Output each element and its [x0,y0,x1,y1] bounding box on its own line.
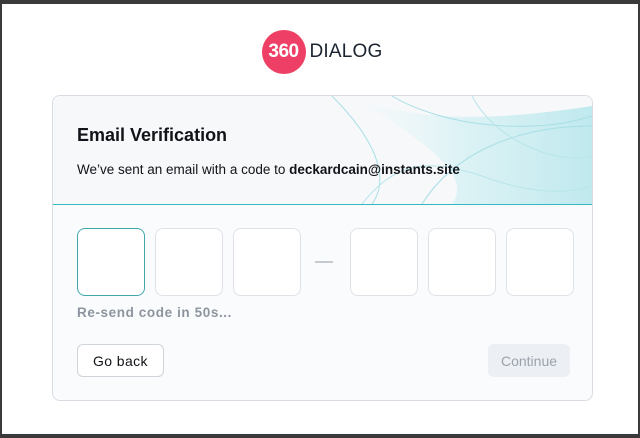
code-digit-2[interactable] [155,228,223,296]
code-input-row [77,228,584,296]
card-header: Email Verification We’ve sent an email w… [53,96,592,205]
code-digit-4[interactable] [350,228,418,296]
code-digit-6[interactable] [506,228,574,296]
code-digit-5[interactable] [428,228,496,296]
logo-wordmark: DIALOG [309,41,383,62]
dialog-window: 360 DIALOG Email Verification We’ve sent… [0,0,640,438]
code-separator [315,261,333,263]
sent-to-prefix: We’ve sent an email with a code to [77,162,290,177]
continue-button[interactable]: Continue [488,344,570,377]
verification-card: Email Verification We’ve sent an email w… [52,95,593,401]
code-digit-1[interactable] [77,228,145,296]
code-digit-3[interactable] [233,228,301,296]
recipient-email: deckardcain@instants.site [289,162,460,177]
logo-badge: 360 [261,30,306,74]
sent-to-message: We’ve sent an email with a code to decka… [77,162,460,177]
brand-logo: 360 DIALOG [2,30,640,74]
page-title: Email Verification [77,125,228,145]
go-back-button[interactable]: Go back [77,344,164,377]
header-wave-decoration [332,96,592,204]
resend-countdown: Re-send code in 50s... [77,305,232,320]
